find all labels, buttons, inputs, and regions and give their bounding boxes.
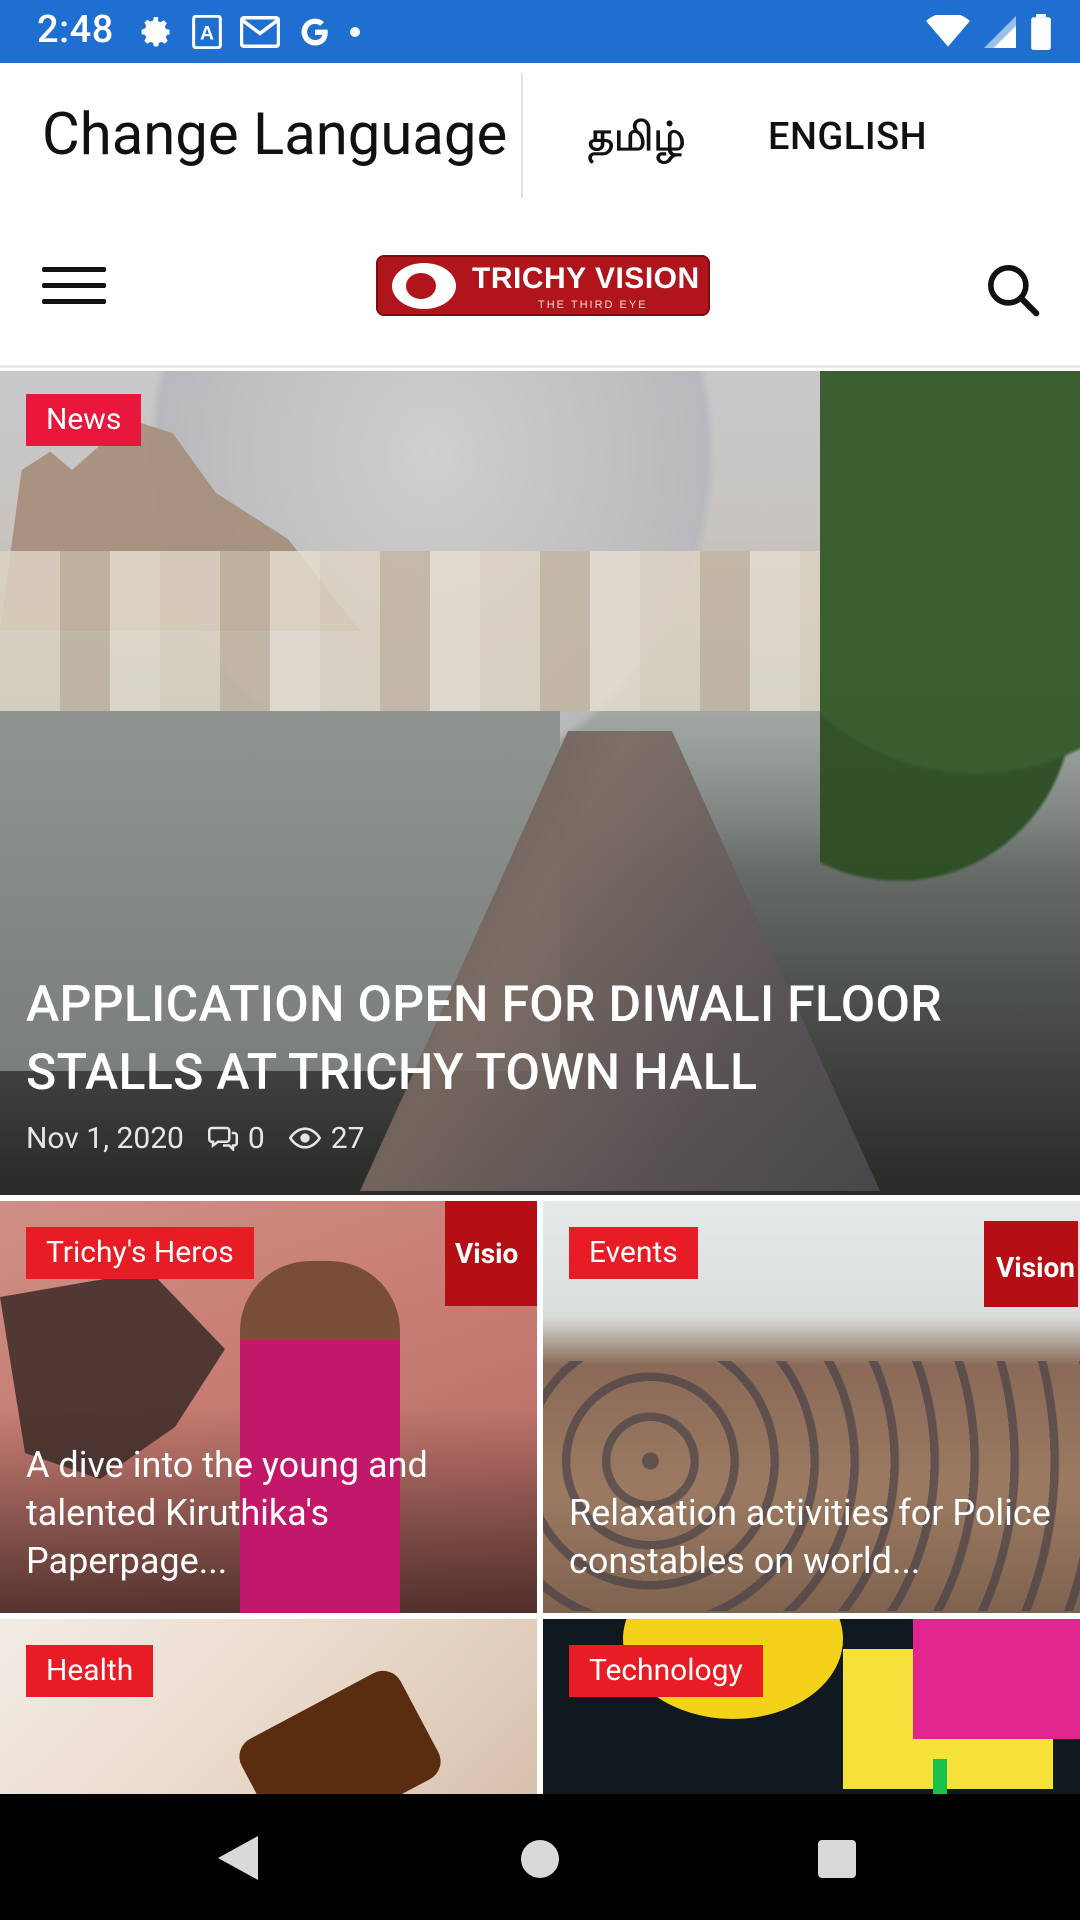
article-card[interactable]: Technology [543, 1619, 1080, 1794]
category-tag-events[interactable]: Events [569, 1227, 698, 1279]
category-tag-news[interactable]: News [26, 394, 142, 446]
status-bar: 2:48 A [0, 0, 1080, 63]
comment-count: 0 [207, 1120, 265, 1156]
card-image-shape [913, 1619, 1080, 1739]
menu-line [42, 267, 106, 272]
hero-image-trees [820, 371, 1080, 931]
featured-article[interactable]: News APPLICATION OPEN FOR DIWALI FLOOR S… [0, 371, 1080, 1195]
app-header: TRICHY VISION THE THIRD EYE [0, 213, 1080, 368]
category-tag-technology[interactable]: Technology [569, 1645, 763, 1697]
menu-line [42, 283, 106, 288]
search-icon[interactable] [985, 262, 1041, 318]
trichy-vision-logo[interactable]: TRICHY VISION THE THIRD EYE [376, 255, 710, 316]
article-meta: Nov 1, 2020 0 27 [26, 1116, 389, 1160]
back-icon[interactable] [218, 1836, 258, 1880]
settings-icon [141, 17, 171, 47]
watermark-logo: Vision [984, 1221, 1078, 1307]
language-bar: Change Language தமிழ் ENGLISH [0, 63, 1080, 213]
font-a-icon: A [192, 15, 222, 49]
comment-count-text: 0 [247, 1120, 265, 1156]
hero-image-buildings [0, 551, 820, 711]
recents-icon[interactable] [818, 1840, 856, 1878]
home-icon[interactable] [521, 1840, 559, 1878]
language-divider [521, 73, 523, 198]
featured-article-title[interactable]: APPLICATION OPEN FOR DIWALI FLOOR STALLS… [26, 971, 1036, 1107]
logo-tagline: THE THIRD EYE [538, 299, 648, 311]
article-date: Nov 1, 2020 [26, 1121, 184, 1156]
google-icon [301, 18, 328, 46]
article-card-title[interactable]: A dive into the young and talented Kirut… [26, 1441, 506, 1585]
article-card[interactable]: Visio Trichy's Heros A dive into the you… [0, 1201, 537, 1613]
view-count: 27 [288, 1120, 365, 1156]
category-tag-trichys-heros[interactable]: Trichy's Heros [26, 1227, 254, 1279]
system-icons [926, 10, 1052, 54]
card-image-shape [933, 1759, 947, 1794]
status-time: 2:48 [37, 8, 114, 52]
article-card[interactable]: Vision Events Relaxation activities for … [543, 1201, 1080, 1613]
language-option-english[interactable]: ENGLISH [768, 115, 927, 159]
article-card[interactable]: Health [0, 1619, 537, 1794]
more-notifications-icon [350, 27, 360, 37]
battery-icon [1031, 14, 1051, 50]
system-nav-bar [0, 1794, 1080, 1920]
gmail-icon [240, 16, 280, 48]
svg-text:A: A [200, 22, 214, 44]
hamburger-menu-icon[interactable] [42, 263, 106, 309]
watermark-logo: Visio [445, 1201, 537, 1306]
logo-text: TRICHY VISION [472, 262, 700, 295]
wifi-icon [926, 15, 970, 47]
category-tag-health[interactable]: Health [26, 1645, 154, 1697]
view-count-text: 27 [330, 1120, 365, 1156]
notification-icons: A [138, 12, 360, 52]
language-option-tamil[interactable]: தமிழ் [588, 113, 686, 165]
eye-icon [288, 1127, 321, 1149]
signal-icon [984, 16, 1016, 48]
card-image-bottle [232, 1663, 448, 1794]
date-text: Nov 1, 2020 [26, 1120, 184, 1156]
article-card-title[interactable]: Relaxation activities for Police constab… [569, 1489, 1069, 1585]
change-language-label: Change Language [42, 101, 508, 169]
comment-icon [207, 1126, 238, 1151]
menu-line [42, 299, 106, 304]
logo-emblem-icon [392, 263, 456, 309]
